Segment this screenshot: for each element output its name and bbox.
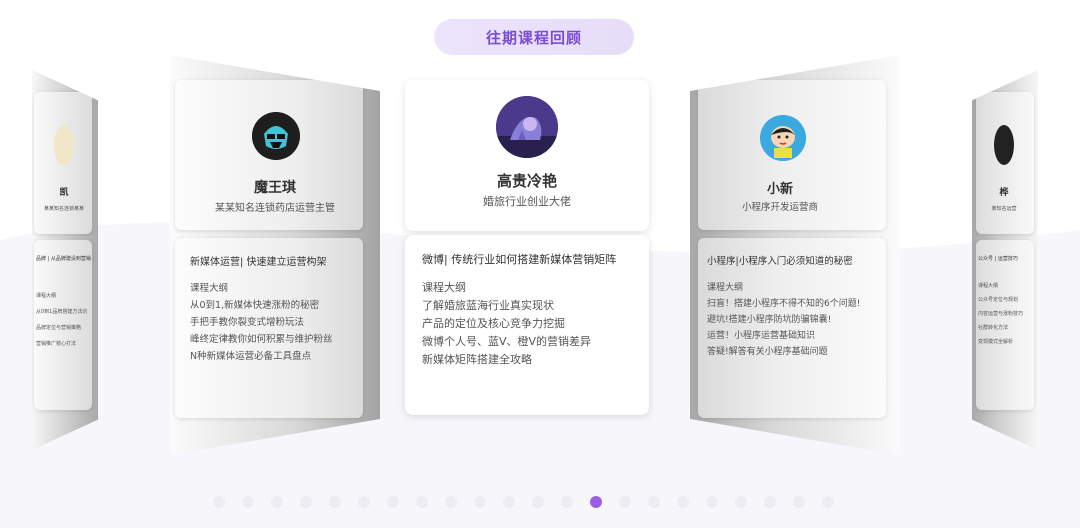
pagination-dot[interactable] bbox=[822, 496, 834, 508]
outline-line: 课程大纲 bbox=[36, 293, 57, 299]
avatar bbox=[54, 125, 74, 165]
outline-line: N种新媒体运营必备工具盘点 bbox=[190, 351, 312, 362]
outline-line: 课程大纲 bbox=[707, 283, 744, 293]
course-title: 品牌 | 从品牌建设到营销 bbox=[36, 256, 91, 262]
cartoon-boy-icon bbox=[760, 115, 806, 161]
outline-line: 从0到1,新媒体快速涨粉的秘密 bbox=[190, 300, 320, 311]
outline-line: 社群转化方法 bbox=[978, 325, 1009, 331]
teacher-role: 某某知名连锁药店运营主管 bbox=[215, 203, 335, 214]
pagination-dot[interactable] bbox=[764, 496, 776, 508]
pagination-dot[interactable] bbox=[416, 496, 428, 508]
course-title: 微博| 传统行业如何搭建新媒体营销矩阵 bbox=[422, 253, 617, 266]
outline-line: 了解婚旅蓝海行业真实现状 bbox=[422, 299, 554, 312]
carousel-slide-far-left[interactable]: 凯 某某知名连锁某某 品牌 | 从品牌建设到营销 课程大纲 从0到1品牌搭建方法… bbox=[32, 70, 98, 450]
teacher-role: 小程序开发运营商 bbox=[741, 202, 818, 213]
course-title: 新媒体运营| 快速建立运营构架 bbox=[190, 257, 327, 268]
pagination-dot[interactable] bbox=[445, 496, 457, 508]
pagination-dot[interactable] bbox=[677, 496, 689, 508]
outline-line: 扫盲！搭建小程序不得不知的6个问题! bbox=[707, 299, 861, 309]
course-carousel[interactable]: 凯 某某知名连锁某某 品牌 | 从品牌建设到营销 课程大纲 从0到1品牌搭建方法… bbox=[0, 0, 1080, 528]
teacher-name: 魔王琪 bbox=[254, 180, 296, 196]
pagination-dot[interactable] bbox=[300, 496, 312, 508]
pagination-dot[interactable] bbox=[619, 496, 631, 508]
pagination-dot[interactable] bbox=[271, 496, 283, 508]
outline-line: 从0到1品牌搭建方法论 bbox=[36, 309, 88, 315]
carousel-slide-center-header[interactable]: 高贵冷艳 婚旅行业创业大佬 bbox=[405, 80, 649, 231]
pagination-dot[interactable] bbox=[242, 496, 254, 508]
outline-line: 课程大纲 bbox=[190, 283, 229, 294]
outline-line: 营销推广核心打法 bbox=[36, 341, 77, 347]
pagination-dot[interactable] bbox=[706, 496, 718, 508]
pagination-dot[interactable] bbox=[329, 496, 341, 508]
carousel-pagination bbox=[213, 495, 863, 509]
outline-line: 运营！小程序运营基础知识 bbox=[707, 331, 816, 341]
outline-line: 内容运营与涨粉技巧 bbox=[978, 311, 1024, 317]
stormtrooper-icon bbox=[252, 112, 300, 160]
pagination-dot[interactable] bbox=[735, 496, 747, 508]
outline-line: 微博个人号、蓝V、橙V的营销差异 bbox=[422, 335, 592, 348]
illustrated-avatar-icon bbox=[496, 96, 558, 158]
pagination-dot[interactable] bbox=[503, 496, 515, 508]
pagination-dot[interactable] bbox=[648, 496, 660, 508]
course-title: 公众号 | 运营技巧 bbox=[978, 256, 1018, 262]
outline-line: 品牌定位与营销策略 bbox=[36, 325, 82, 331]
outline-line: 变现模式全解析 bbox=[978, 339, 1014, 345]
teacher-name: 桦 bbox=[999, 188, 1009, 198]
pagination-dot[interactable] bbox=[358, 496, 370, 508]
carousel-slide-far-right[interactable]: 桦 某知名运营 公众号 | 运营技巧 课程大纲 公众号定位与规划 内容运营与涨粉… bbox=[972, 70, 1038, 450]
avatar bbox=[252, 112, 300, 160]
outline-line: 新媒体矩阵搭建全攻略 bbox=[422, 353, 532, 366]
teacher-name: 小新 bbox=[766, 182, 793, 197]
avatar bbox=[994, 125, 1014, 165]
carousel-slide-left[interactable]: 魔王琪 某某知名连锁药店运营主管 新媒体运营| 快速建立运营构架 课程大纲 从0… bbox=[170, 55, 380, 455]
carousel-slide-right[interactable]: 小新 小程序开发运营商 小程序|小程序入门必须知道的秘密 课程大纲 扫盲！搭建小… bbox=[690, 55, 900, 455]
pagination-dot[interactable] bbox=[793, 496, 805, 508]
pagination-dot[interactable] bbox=[561, 496, 573, 508]
pagination-dot[interactable] bbox=[532, 496, 544, 508]
outline-line: 峰终定律教你如何积累与维护粉丝 bbox=[190, 334, 333, 345]
teacher-name: 凯 bbox=[59, 188, 69, 198]
outline-line: 答疑!解答有关小程序基础问题 bbox=[707, 347, 828, 357]
pagination-dot[interactable] bbox=[590, 496, 602, 508]
outline-line: 产品的定位及核心竞争力挖掘 bbox=[422, 317, 565, 330]
pagination-dot[interactable] bbox=[474, 496, 486, 508]
teacher-role: 婚旅行业创业大佬 bbox=[483, 195, 571, 208]
pagination-dot[interactable] bbox=[387, 496, 399, 508]
teacher-name: 高贵冷艳 bbox=[496, 172, 557, 190]
course-title: 小程序|小程序入门必须知道的秘密 bbox=[707, 256, 853, 267]
outline-line: 避坑!搭建小程序防坑防骗锦囊! bbox=[707, 315, 832, 325]
avatar bbox=[760, 115, 806, 161]
outline-line: 课程大纲 bbox=[978, 283, 999, 289]
teacher-role: 某知名运营 bbox=[991, 206, 1017, 212]
pagination-dot[interactable] bbox=[213, 496, 225, 508]
avatar bbox=[496, 96, 558, 158]
outline-line: 手把手教你裂变式增粉玩法 bbox=[190, 317, 305, 328]
teacher-role: 某某知名连锁某某 bbox=[43, 206, 84, 212]
carousel-slide-center-body[interactable]: 微博| 传统行业如何搭建新媒体营销矩阵 课程大纲 了解婚旅蓝海行业真实现状 产品… bbox=[405, 235, 649, 415]
outline-line: 公众号定位与规划 bbox=[978, 297, 1019, 303]
outline-line: 课程大纲 bbox=[422, 281, 466, 294]
